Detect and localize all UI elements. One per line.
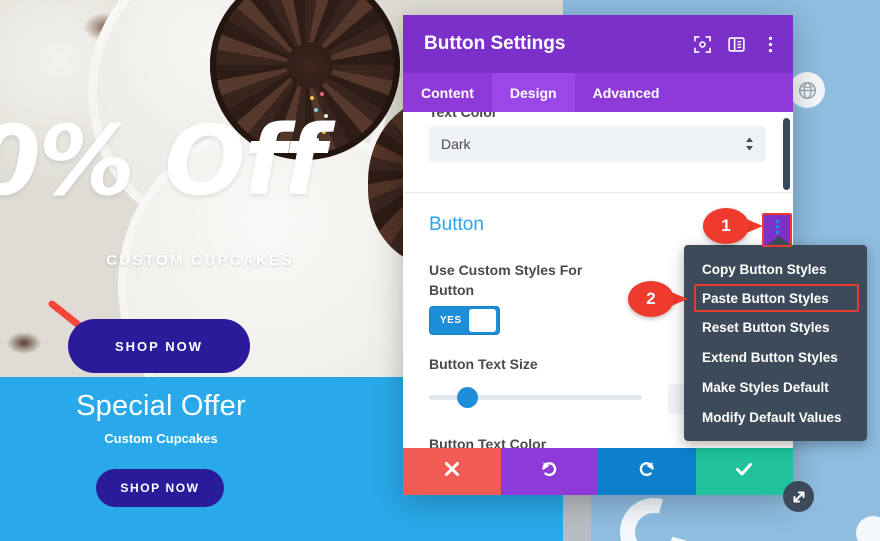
modal-footer <box>403 448 793 495</box>
menu-item-make-styles-default[interactable]: Make Styles Default <box>684 372 867 402</box>
modal-scrollbar[interactable] <box>783 118 790 190</box>
save-button[interactable] <box>695 448 793 495</box>
menu-pointer-arrow <box>767 236 791 245</box>
button-text-size-slider-handle[interactable] <box>457 387 478 408</box>
callout-bubble-1: 1 <box>703 208 749 244</box>
modal-header: Button Settings <box>403 15 793 73</box>
modal-tabs: Content Design Advanced <box>403 73 793 112</box>
button-text-size-label: Button Text Size <box>429 356 538 372</box>
section-title-button: Button <box>429 214 484 235</box>
callout-step-2: 2 <box>628 281 692 317</box>
text-color-label-clipped: Text Color <box>429 112 498 120</box>
text-color-value: Dark <box>441 136 471 152</box>
redo-button[interactable] <box>598 448 696 495</box>
modal-header-icons <box>693 35 779 53</box>
modal-title: Button Settings <box>424 33 566 54</box>
text-color-select[interactable]: Dark <box>429 126 766 162</box>
screenshot-root: 0% Off CUSTOM CUPCAKES SHOP NOW Special … <box>0 0 880 541</box>
more-vertical-icon <box>775 219 780 235</box>
undo-icon <box>539 459 559 484</box>
tab-advanced[interactable]: Advanced <box>575 73 678 112</box>
button-styles-context-menu: Copy Button Styles Paste Button Styles R… <box>684 245 867 441</box>
menu-item-paste-button-styles[interactable]: Paste Button Styles <box>694 284 859 312</box>
menu-item-modify-default-values[interactable]: Modify Default Values <box>684 402 867 432</box>
cancel-button[interactable] <box>403 448 501 495</box>
button-text-color-label: Button Text Color <box>429 436 547 448</box>
menu-item-extend-button-styles[interactable]: Extend Button Styles <box>684 342 867 372</box>
layout-panel-icon[interactable] <box>727 35 745 53</box>
toggle-value-label: YES <box>440 315 462 326</box>
offer-shop-now-button[interactable]: SHOP NOW <box>96 469 224 507</box>
use-custom-styles-label: Use Custom Styles For Button <box>429 262 583 298</box>
use-custom-styles-toggle[interactable]: YES <box>429 306 500 335</box>
offer-title: Special Offer <box>76 390 246 422</box>
hero-subtitle: CUSTOM CUPCAKES <box>106 252 294 269</box>
hero-headline: 0% Off <box>0 105 326 217</box>
undo-button[interactable] <box>500 448 598 495</box>
resize-diagonal-icon[interactable] <box>783 481 814 512</box>
callout-bubble-2: 2 <box>628 281 674 317</box>
focus-icon[interactable] <box>693 35 711 53</box>
section-divider <box>403 192 793 193</box>
toggle-knob <box>468 309 496 332</box>
check-icon <box>734 459 754 484</box>
globe-icon[interactable] <box>789 72 825 108</box>
menu-item-copy-button-styles[interactable]: Copy Button Styles <box>684 254 867 284</box>
tab-design[interactable]: Design <box>491 73 575 112</box>
background-dot-shape <box>856 516 880 541</box>
offer-subtitle: Custom Cupcakes <box>104 431 218 446</box>
background-grey-strip <box>563 494 591 541</box>
redo-icon <box>637 459 657 484</box>
hero-shop-now-button[interactable]: SHOP NOW <box>68 319 250 373</box>
callout-step-1: 1 <box>703 208 767 244</box>
menu-item-reset-button-styles[interactable]: Reset Button Styles <box>684 312 867 342</box>
chevron-updown-icon <box>745 137 754 151</box>
more-vertical-icon[interactable] <box>761 35 779 53</box>
tab-content[interactable]: Content <box>403 73 492 112</box>
close-icon <box>443 460 461 483</box>
